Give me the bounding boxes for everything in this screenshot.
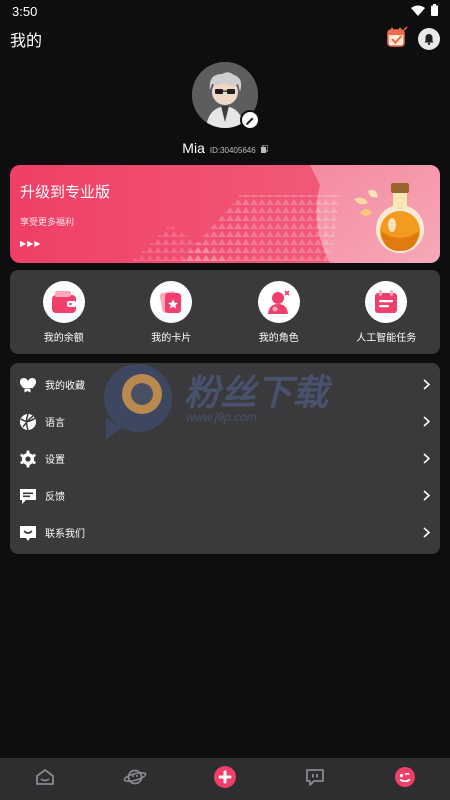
menu-item-settings[interactable]: 设置 xyxy=(10,440,440,477)
menu-item-contact[interactable]: 联系我们 xyxy=(10,514,440,551)
header-actions xyxy=(386,26,440,52)
add-icon xyxy=(213,765,237,793)
header: 我的 xyxy=(0,24,450,54)
menu-item-language[interactable]: 语言 xyxy=(10,403,440,440)
menu-item-feedback[interactable]: 反馈 xyxy=(10,477,440,514)
nav-create[interactable] xyxy=(180,758,270,800)
copy-icon[interactable] xyxy=(260,138,269,157)
quick-action-label: 我的余额 xyxy=(43,333,84,344)
play-arrows-icon: ▶▶▶ xyxy=(20,239,42,248)
nav-explore[interactable] xyxy=(90,758,180,800)
nav-profile[interactable] xyxy=(360,758,450,800)
quick-action-ai-tasks[interactable]: 人工智能任务 xyxy=(333,270,441,354)
profile-face-icon xyxy=(394,766,416,792)
chevron-right-icon xyxy=(421,453,431,465)
nav-messages[interactable] xyxy=(270,758,360,800)
chevron-right-icon xyxy=(421,490,431,502)
quick-action-cards[interactable]: 我的卡片 xyxy=(118,270,226,354)
menu-item-label: 设置 xyxy=(45,455,65,466)
chat-icon xyxy=(305,768,325,790)
nav-home[interactable] xyxy=(0,758,90,800)
avatar-container[interactable] xyxy=(192,62,260,130)
favorites-icon xyxy=(19,376,37,394)
page-title: 我的 xyxy=(10,31,43,50)
planet-icon xyxy=(123,768,147,790)
quick-action-label: 我的卡片 xyxy=(151,333,192,344)
quick-action-balance[interactable]: 我的余额 xyxy=(10,270,118,354)
language-icon xyxy=(19,413,37,431)
contact-icon xyxy=(19,524,37,542)
quick-action-label: 我的角色 xyxy=(258,333,299,344)
checkin-calendar-icon[interactable] xyxy=(386,26,408,52)
notification-bell-button[interactable] xyxy=(418,28,440,50)
quick-action-characters[interactable]: 我的角色 xyxy=(225,270,333,354)
user-id: ID:30405646 xyxy=(209,146,256,155)
user-info: Mia ID:30405646 xyxy=(0,138,450,157)
status-icons xyxy=(411,3,438,19)
edit-avatar-button[interactable] xyxy=(240,110,260,130)
calendar-task-icon xyxy=(365,281,408,323)
quick-action-label: 人工智能任务 xyxy=(356,333,417,344)
menu-item-label: 反馈 xyxy=(45,492,65,503)
wifi-icon xyxy=(411,4,425,19)
pro-banner-subtitle: 享受更多福利 xyxy=(20,218,75,228)
battery-icon xyxy=(431,3,438,19)
status-time: 3:50 xyxy=(12,3,38,19)
menu-item-label: 我的收藏 xyxy=(45,381,85,392)
settings-menu: 我的收藏 语言 设置 反馈 联系我们 xyxy=(10,363,440,554)
menu-item-label: 联系我们 xyxy=(45,529,85,540)
bottom-navigation xyxy=(0,758,450,800)
chevron-right-icon xyxy=(421,416,431,428)
quick-actions-panel: 我的余额 我的卡片 我的角色 人工智能任务 xyxy=(10,270,440,354)
upgrade-pro-banner[interactable]: 升级到专业版 享受更多福利 ▶▶▶ xyxy=(10,165,440,263)
character-icon xyxy=(257,281,300,323)
menu-item-favorites[interactable]: 我的收藏 xyxy=(10,366,440,403)
potion-bottle-icon xyxy=(354,173,434,255)
bell-icon xyxy=(423,30,435,49)
pro-banner-title: 升级到专业版 xyxy=(20,183,111,201)
wallet-icon xyxy=(42,281,85,323)
gear-icon xyxy=(19,450,37,468)
pencil-icon xyxy=(245,111,255,130)
chevron-right-icon xyxy=(421,527,431,539)
home-icon xyxy=(35,768,55,790)
menu-item-label: 语言 xyxy=(45,418,65,429)
chevron-right-icon xyxy=(421,379,431,391)
username: Mia xyxy=(182,140,205,156)
feedback-icon xyxy=(19,487,37,505)
card-icon xyxy=(150,281,193,323)
status-bar: 3:50 xyxy=(0,0,450,22)
